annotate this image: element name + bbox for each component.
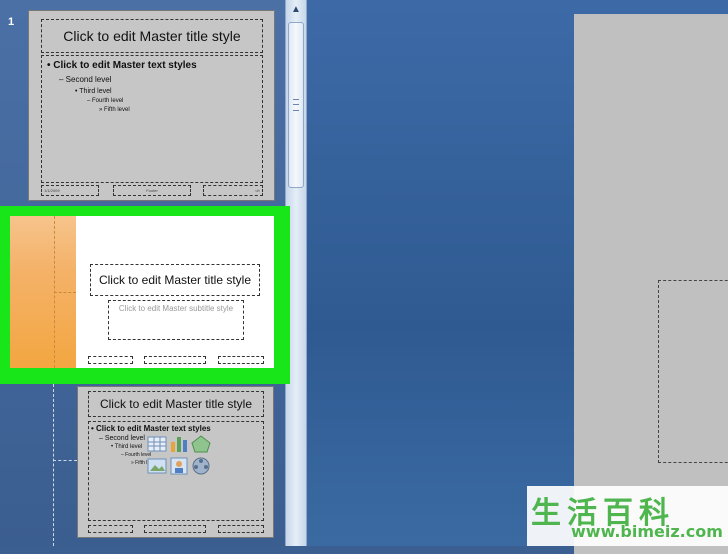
content-title-placeholder: Click to edit Master title style <box>88 391 264 417</box>
master-body-placeholder: • Click to edit Master text styles – Sec… <box>41 55 263 183</box>
insert-smartart-icon <box>191 435 211 453</box>
master-slide-thumbnail[interactable]: Click to edit Master title style • Click… <box>28 10 275 201</box>
scroll-up-icon[interactable]: ▲ <box>288 0 304 18</box>
level-1: Click to edit Master text styles <box>53 60 197 71</box>
layout-title-placeholder: Click to edit Master title style <box>90 264 260 296</box>
scroll-thumb[interactable] <box>288 22 304 188</box>
insert-clipart-icon <box>170 457 188 475</box>
master-title: Click to edit Master title style <box>63 28 241 44</box>
level-2: Second level <box>65 75 112 84</box>
level-3: Third level <box>79 88 112 95</box>
c-level-1: Click to edit Master text styles <box>96 424 211 433</box>
layout-subtitle: Click to edit Master subtitle style <box>118 304 234 313</box>
c-level-3: Third level <box>114 444 143 450</box>
layout-footer-center <box>144 356 206 364</box>
level-5: Fifth level <box>104 107 130 113</box>
content-title: Click to edit Master title style <box>99 397 253 411</box>
content-footer-center <box>144 525 206 533</box>
master-text-levels: • Click to edit Master text styles – Sec… <box>47 60 197 113</box>
guide-line-horizontal <box>53 460 77 461</box>
insert-chart-icon <box>171 437 187 452</box>
master-footer-date: 1/1/2009 <box>41 185 99 196</box>
c-level-2: Second level <box>104 435 145 442</box>
watermark: 生活百科 www.bimeiz.com <box>527 486 728 546</box>
canvas-placeholder[interactable] <box>658 280 728 463</box>
insert-media-icon <box>192 457 210 475</box>
layout-subtitle-placeholder: Click to edit Master subtitle style <box>108 300 244 340</box>
title-layout-thumbnail[interactable]: Click to edit Master title style Click t… <box>76 216 274 368</box>
scroll-grip-icon <box>293 99 299 111</box>
layout-footer-right <box>218 356 264 364</box>
watermark-url: www.bimeiz.com <box>571 522 723 541</box>
level-4: Fourth level <box>92 98 124 104</box>
insert-table-icon <box>147 436 167 452</box>
slide-number: 1 <box>8 16 15 28</box>
master-footer-center: Footer <box>113 185 191 196</box>
layout-title: Click to edit Master title style <box>98 273 252 287</box>
content-footer-right <box>218 525 264 533</box>
insert-picture-icon <box>147 458 167 474</box>
content-layout-thumbnail[interactable]: Click to edit Master title style • Click… <box>77 386 274 538</box>
content-body-placeholder: • Click to edit Master text styles – Sec… <box>88 421 264 521</box>
guide-line-vertical <box>53 384 54 546</box>
layout-footer-left <box>88 356 133 364</box>
master-title-placeholder: Click to edit Master title style <box>41 19 263 53</box>
layout-orange-banner <box>10 216 76 368</box>
content-footer-left <box>88 525 133 533</box>
master-footer-number: ‹#› <box>203 185 263 196</box>
